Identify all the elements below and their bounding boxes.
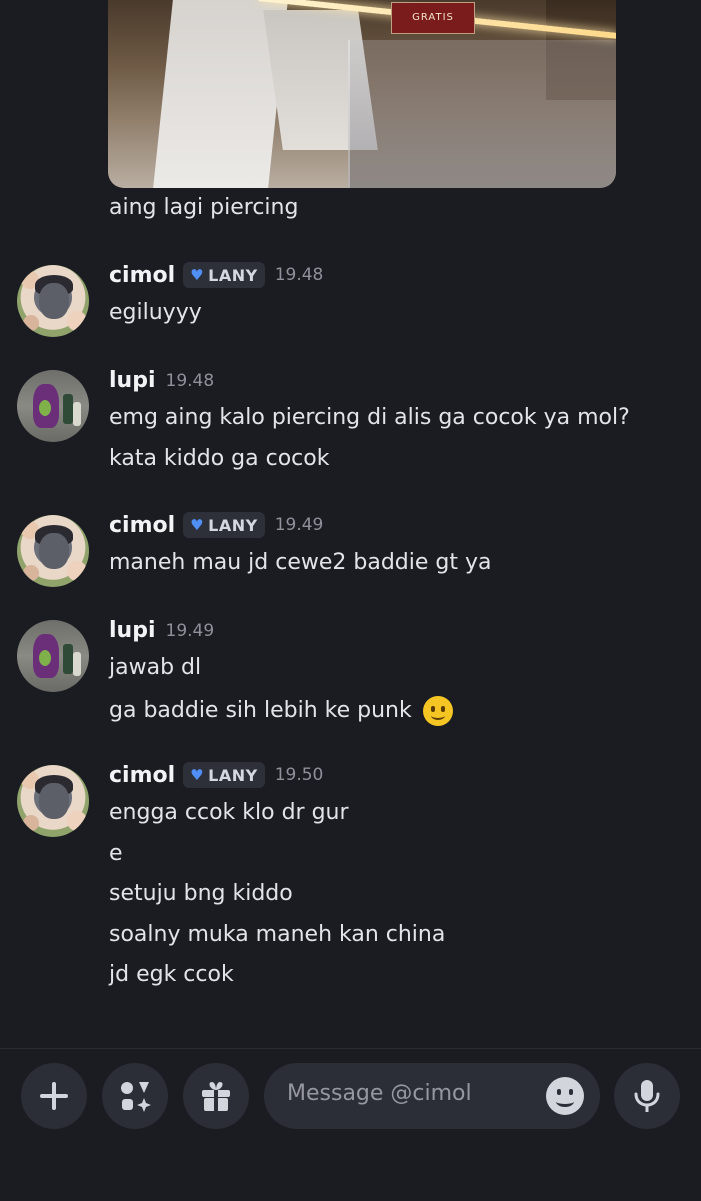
avatar-bottle — [63, 394, 73, 424]
avatar-bottle — [73, 402, 81, 426]
timestamp: 19.49 — [165, 620, 215, 641]
microphone-icon — [634, 1080, 660, 1112]
avatar[interactable] — [17, 620, 89, 692]
apps-button[interactable] — [102, 1063, 168, 1129]
blue-heart-icon: ♥ — [190, 766, 205, 784]
avatar-bottle — [63, 644, 73, 674]
username[interactable]: lupi — [109, 618, 156, 643]
add-attachment-button[interactable] — [21, 1063, 87, 1129]
timestamp: 19.48 — [274, 265, 324, 285]
role-tag[interactable]: ♥ LANY — [183, 512, 265, 538]
message-header: lupi 19.49 — [109, 618, 214, 643]
message-text: jawab dl — [109, 655, 202, 680]
message-text: soalny muka maneh kan china — [109, 922, 446, 947]
avatar[interactable] — [17, 370, 89, 442]
apps-icon — [121, 1082, 151, 1112]
message-text: emg aing kalo piercing di alis ga cocok … — [109, 405, 630, 430]
plus-icon — [40, 1082, 68, 1110]
timestamp: 19.50 — [274, 765, 324, 785]
message-header: cimol ♥ LANY 19.50 — [109, 762, 323, 788]
image-attachment[interactable]: GRATIS — [108, 0, 616, 188]
message-text: aing lagi piercing — [109, 195, 299, 220]
message-input-placeholder: Message @cimol — [287, 1081, 472, 1106]
message-header: cimol ♥ LANY 19.48 — [109, 262, 323, 288]
avatar[interactable] — [17, 765, 89, 837]
flower-decoration — [67, 811, 87, 831]
flower-decoration — [67, 311, 87, 331]
message-text: ga baddie sih lebih ke punk — [109, 698, 412, 723]
message-text: kata kiddo ga cocok — [109, 446, 330, 471]
role-tag-label: LANY — [208, 265, 258, 285]
flower-decoration — [23, 565, 39, 581]
photo-glass-case — [348, 40, 616, 188]
role-tag-label: LANY — [208, 515, 258, 535]
emoji-picker-icon[interactable] — [546, 1077, 584, 1115]
voice-message-button[interactable] — [614, 1063, 680, 1129]
timestamp: 19.48 — [165, 370, 215, 391]
avatar-face — [39, 533, 69, 569]
message-text: jd egk ccok — [109, 962, 234, 987]
gift-button[interactable] — [183, 1063, 249, 1129]
avatar[interactable] — [17, 515, 89, 587]
username[interactable]: cimol — [109, 263, 175, 288]
role-tag[interactable]: ♥ LANY — [183, 762, 265, 788]
role-tag-label: LANY — [208, 765, 258, 785]
username[interactable]: cimol — [109, 763, 175, 788]
avatar-face — [39, 783, 69, 819]
photo-sign: GRATIS — [391, 2, 475, 34]
message-text-row: ga baddie sih lebih ke punk — [109, 696, 453, 726]
username[interactable]: lupi — [109, 368, 156, 393]
username[interactable]: cimol — [109, 513, 175, 538]
flower-decoration — [67, 561, 87, 581]
avatar-toy-belly — [39, 650, 51, 666]
avatar[interactable] — [17, 265, 89, 337]
avatar-bottle — [73, 652, 81, 676]
message-text: engga ccok klo dr gur — [109, 800, 349, 825]
message-text: e — [109, 841, 123, 866]
avatar-face — [39, 283, 69, 319]
role-tag[interactable]: ♥ LANY — [183, 262, 265, 288]
message-input[interactable]: Message @cimol — [264, 1063, 600, 1129]
message-text: maneh mau jd cewe2 baddie gt ya — [109, 550, 492, 575]
message-header: cimol ♥ LANY 19.49 — [109, 512, 323, 538]
slightly-smiling-face-icon — [422, 696, 453, 726]
message-text: egiluyyy — [109, 300, 202, 325]
message-text: setuju bng kiddo — [109, 881, 293, 906]
flower-decoration — [23, 315, 39, 331]
message-header: lupi 19.48 — [109, 368, 214, 393]
blue-heart-icon: ♥ — [190, 266, 205, 284]
timestamp: 19.49 — [274, 515, 324, 535]
gift-icon — [202, 1082, 230, 1111]
avatar-toy-belly — [39, 400, 51, 416]
blue-heart-icon: ♥ — [190, 516, 205, 534]
flower-decoration — [23, 815, 39, 831]
